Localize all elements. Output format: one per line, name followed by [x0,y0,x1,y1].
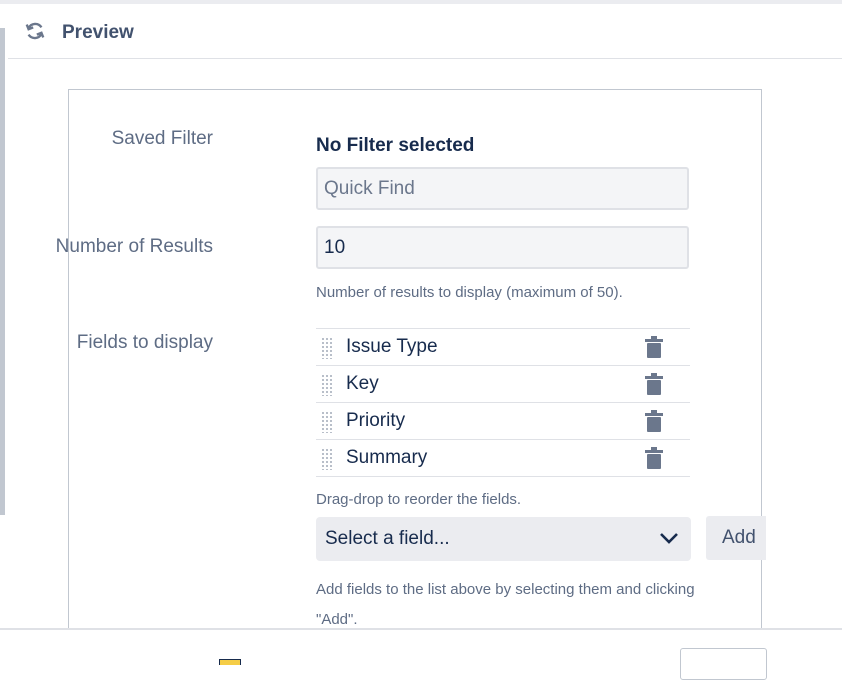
number-of-results-label: Number of Results [55,236,213,257]
fields-to-display-label: Fields to display [76,332,213,353]
quick-find-input[interactable] [316,167,689,210]
saved-filter-label: Saved Filter [111,128,213,149]
field-list: Issue Type Key Priority Summary [316,328,690,477]
settings-panel: Saved Filter No Filter selected Number o… [56,89,766,650]
chevron-down-icon [660,533,678,544]
saved-filter-value: No Filter selected [316,135,475,156]
reorder-help: Drag-drop to reorder the fields. [316,491,522,508]
refresh-icon[interactable] [24,20,46,42]
field-row-issue-type[interactable]: Issue Type [316,329,690,366]
footer-button[interactable] [680,648,767,680]
trash-icon[interactable] [645,447,663,469]
field-label: Summary [346,447,428,468]
field-label: Priority [346,410,406,431]
page-title: Preview [62,22,134,43]
left-scroll-rail [0,28,5,515]
trash-icon[interactable] [645,336,663,358]
drag-handle-icon[interactable] [321,337,333,359]
field-select-value: Select a field... [325,528,450,549]
trash-icon[interactable] [645,410,663,432]
field-row-key[interactable]: Key [316,366,690,403]
number-of-results-help: Number of results to display (maximum of… [316,284,623,301]
add-field-button[interactable]: Add [706,516,766,560]
add-fields-help: Add fields to the list above by selectin… [316,581,695,628]
field-label: Issue Type [346,336,438,357]
number-of-results-input[interactable] [316,226,689,269]
drag-handle-icon[interactable] [321,374,333,396]
drag-handle-icon[interactable] [321,411,333,433]
drag-handle-icon[interactable] [321,448,333,470]
field-row-priority[interactable]: Priority [316,403,690,440]
preview-header: Preview [8,4,842,59]
trash-icon[interactable] [645,373,663,395]
field-row-summary[interactable]: Summary [316,440,690,477]
field-label: Key [346,373,379,394]
dialog-footer [0,628,842,680]
footer-logo-icon [219,659,241,665]
field-select[interactable]: Select a field... [316,517,691,561]
